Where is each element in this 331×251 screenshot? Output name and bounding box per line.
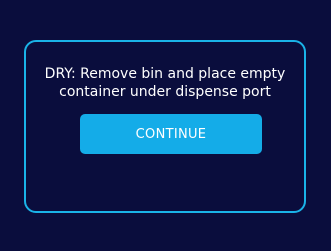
continue-button[interactable]: CONTINUE	[80, 114, 262, 154]
instruction-message: DRY: Remove bin and place empty containe…	[26, 65, 304, 101]
instruction-line-2: container under dispense port	[59, 84, 271, 100]
instruction-dialog: DRY: Remove bin and place empty containe…	[24, 40, 306, 213]
instruction-line-1: DRY: Remove bin and place empty	[44, 66, 286, 82]
screen: DRY: Remove bin and place empty containe…	[0, 0, 331, 251]
